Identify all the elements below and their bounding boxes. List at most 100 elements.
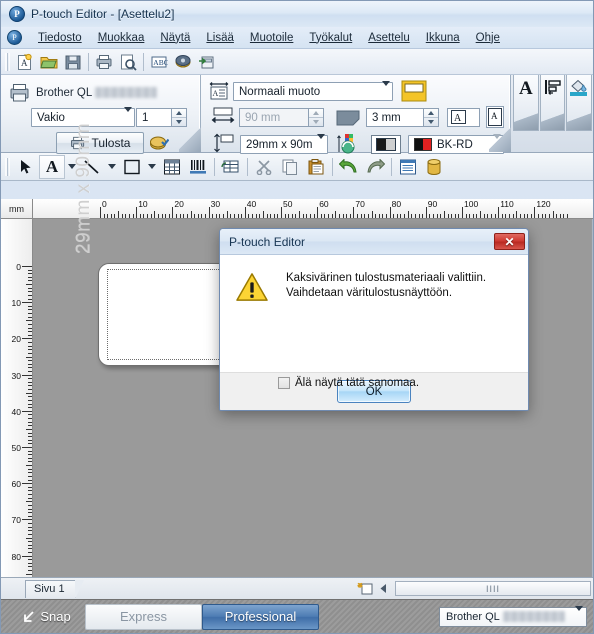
open-folder-icon[interactable] bbox=[37, 51, 61, 73]
copies-decrement[interactable] bbox=[172, 118, 186, 126]
layout-style-dropdown[interactable]: Normaali muoto bbox=[233, 80, 393, 101]
mode-express-button[interactable]: Express bbox=[85, 603, 202, 630]
print-button[interactable]: Tulosta bbox=[56, 132, 144, 154]
label-orientation-icon[interactable] bbox=[401, 80, 427, 105]
copies-stepper[interactable] bbox=[172, 108, 187, 127]
dont-show-again-label: Älä näytä tätä sanomaa. bbox=[295, 377, 420, 389]
print-options-icon[interactable] bbox=[171, 51, 195, 73]
vertical-ruler[interactable]: 0 10 20 30 40 50 60 70 80 bbox=[1, 219, 33, 577]
horizontal-scrollbar[interactable]: IIII bbox=[395, 581, 591, 596]
ruler-minor-tick bbox=[28, 407, 32, 409]
copies-increment[interactable] bbox=[172, 109, 186, 118]
tape-height-icon bbox=[213, 133, 235, 156]
close-icon-glyph: ✕ bbox=[504, 234, 515, 249]
ruler-minor-tick bbox=[26, 465, 32, 467]
copy-button[interactable] bbox=[277, 155, 303, 179]
mode-express-label: Express bbox=[120, 609, 167, 624]
ruler-minor-tick bbox=[28, 515, 32, 517]
line-tool-dropdown[interactable] bbox=[105, 155, 119, 179]
text-frame-icon[interactable]: A bbox=[486, 106, 504, 128]
database-connect-tool[interactable] bbox=[218, 155, 244, 179]
toolbar-grip[interactable] bbox=[5, 157, 10, 176]
properties-button[interactable] bbox=[395, 155, 421, 179]
label-length-stepper[interactable] bbox=[309, 108, 324, 127]
margin-input[interactable]: 3 mm bbox=[366, 108, 424, 127]
document-menu-icon[interactable] bbox=[7, 30, 22, 45]
ruler-minor-tick bbox=[28, 378, 32, 380]
tape-size-dropdown[interactable]: 29mm x 90m bbox=[240, 133, 328, 154]
add-page-icon[interactable] bbox=[357, 582, 373, 596]
cut-button[interactable] bbox=[251, 155, 277, 179]
scroll-left-icon[interactable] bbox=[377, 581, 391, 596]
ruler-minor-tick bbox=[28, 418, 32, 420]
margin-decrement[interactable] bbox=[424, 118, 438, 126]
ruler-minor-tick bbox=[168, 214, 170, 218]
print-options-icon[interactable] bbox=[149, 133, 170, 155]
label-length-input[interactable]: 90 mm bbox=[239, 108, 309, 127]
spell-check-icon[interactable]: ABC bbox=[147, 51, 171, 73]
text-tool[interactable]: A bbox=[39, 154, 65, 179]
menu-muotoile[interactable]: Muotoile bbox=[242, 30, 301, 46]
scroll-thumb-grip: IIII bbox=[485, 583, 500, 594]
select-tool[interactable] bbox=[13, 155, 39, 179]
menu-muotoile-label: Muotoile bbox=[249, 31, 294, 44]
ruler-label: 60 bbox=[11, 479, 21, 490]
ruler-minor-tick bbox=[28, 342, 32, 344]
tab-background-properties[interactable] bbox=[566, 75, 593, 131]
ruler-minor-tick bbox=[28, 352, 32, 354]
paste-button[interactable] bbox=[303, 155, 329, 179]
mode-snap-button[interactable]: Snap bbox=[7, 604, 85, 630]
redo-button[interactable] bbox=[362, 155, 388, 179]
length-decrement[interactable] bbox=[309, 118, 323, 126]
ruler-minor-tick bbox=[28, 313, 32, 315]
menu-asettelu[interactable]: Asettelu bbox=[360, 30, 418, 46]
horizontal-ruler[interactable]: 0 10 20 30 40 50 60 70 80 90 100 110 120 bbox=[33, 199, 593, 219]
barcode-tool[interactable] bbox=[185, 155, 211, 179]
dont-show-again-checkbox[interactable] bbox=[278, 377, 290, 389]
rectangle-tool[interactable] bbox=[119, 155, 145, 179]
copies-input[interactable]: 1 bbox=[136, 108, 172, 127]
ruler-minor-tick bbox=[266, 214, 268, 218]
chevron-down-icon bbox=[108, 164, 116, 169]
database-button[interactable] bbox=[421, 155, 447, 179]
standard-toolbar: A ABC bbox=[1, 49, 593, 75]
menu-ikkuna[interactable]: Ikkuna bbox=[418, 30, 468, 46]
tab-layout-properties[interactable] bbox=[539, 75, 566, 131]
margin-stepper[interactable] bbox=[424, 108, 439, 127]
tab-text-properties[interactable]: A bbox=[513, 75, 539, 131]
bw-contrast-icon[interactable] bbox=[371, 135, 401, 154]
printer-select-dropdown[interactable]: Brother QL bbox=[439, 605, 587, 627]
ruler-minor-tick bbox=[451, 214, 453, 218]
ruler-minor-tick bbox=[28, 421, 32, 423]
rectangle-tool-dropdown[interactable] bbox=[145, 155, 159, 179]
ruler-minor-tick bbox=[125, 214, 127, 218]
save-icon[interactable] bbox=[61, 51, 85, 73]
length-increment[interactable] bbox=[309, 109, 323, 118]
menu-nayta[interactable]: Näytä bbox=[152, 30, 198, 46]
dont-show-again-row[interactable]: Älä näytä tätä sanomaa. bbox=[278, 377, 419, 389]
menu-muokkaa[interactable]: Muokkaa bbox=[90, 30, 153, 46]
print-icon[interactable] bbox=[92, 51, 116, 73]
close-icon[interactable]: ✕ bbox=[494, 233, 525, 250]
menu-lisaa[interactable]: Lisää bbox=[198, 30, 242, 46]
menu-tiedosto[interactable]: Tiedosto bbox=[30, 30, 90, 46]
ruler-minor-tick bbox=[436, 214, 438, 218]
table-tool[interactable] bbox=[159, 155, 185, 179]
ruler-minor-tick bbox=[197, 214, 199, 218]
menu-ohje[interactable]: Ohje bbox=[468, 30, 508, 46]
menu-tyokalut[interactable]: Työkalut bbox=[301, 30, 360, 46]
text-fit-icon[interactable]: A bbox=[447, 108, 480, 127]
page-tab-bar: Sivu 1 IIII bbox=[1, 577, 593, 599]
print-preview-icon[interactable] bbox=[116, 51, 140, 73]
margin-increment[interactable] bbox=[424, 109, 438, 118]
page-tab-sivu-1[interactable]: Sivu 1 bbox=[25, 579, 84, 599]
color-dropdown[interactable]: BK-RD bbox=[408, 133, 504, 154]
rotate-colors-icon[interactable] bbox=[337, 133, 361, 158]
new-layout-icon[interactable]: A bbox=[13, 51, 37, 73]
toolbar-grip[interactable] bbox=[5, 52, 10, 71]
mode-professional-button[interactable]: Professional bbox=[202, 603, 319, 630]
undo-button[interactable] bbox=[336, 155, 362, 179]
ruler-minor-tick bbox=[255, 214, 257, 218]
export-icon[interactable] bbox=[195, 51, 219, 73]
chevron-down-icon bbox=[382, 80, 390, 98]
